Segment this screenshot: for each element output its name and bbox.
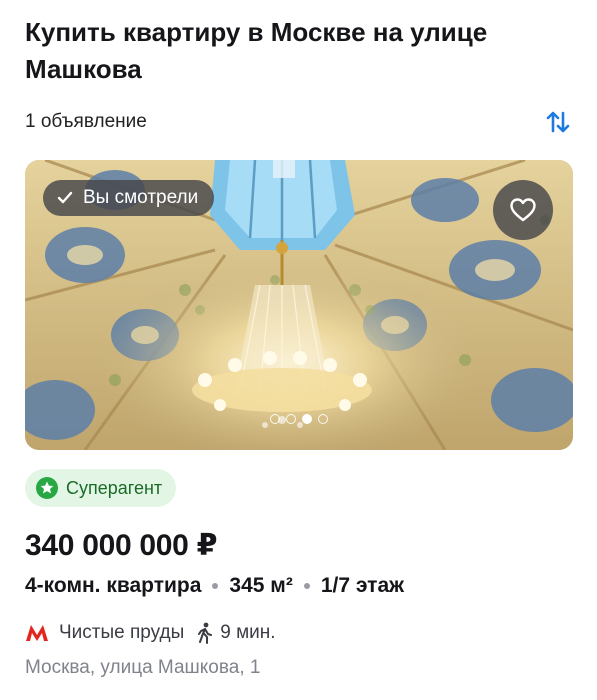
- walk-time-group: 9 мин.: [196, 622, 276, 644]
- page-title: Купить квартиру в Москве на улице Машков…: [25, 17, 488, 84]
- listing-params: 4-комн. квартира 345 м² 1/7 этаж: [25, 574, 404, 598]
- listing-price: 340 000 000 ₽: [25, 529, 218, 562]
- photo-dot[interactable]: [302, 414, 312, 424]
- listing-address[interactable]: Москва, улица Машкова, 1: [25, 657, 260, 679]
- photo-dot[interactable]: [270, 414, 280, 424]
- heart-icon: [510, 198, 536, 222]
- metro-station: Чистые пруды: [59, 622, 185, 643]
- walk-time: 9 мин.: [220, 622, 276, 643]
- listing-photo[interactable]: Вы смотрели: [25, 160, 573, 450]
- separator-dot: [303, 583, 310, 589]
- results-count: 1 объявление: [25, 111, 147, 132]
- area: 345 м²: [229, 574, 293, 597]
- results-bar: 1 объявление: [25, 104, 573, 140]
- photo-dot[interactable]: [318, 414, 328, 424]
- metro-info: Чистые пруды 9 мин.: [25, 622, 276, 644]
- sort-arrows-icon[interactable]: [543, 107, 573, 137]
- superagent-label: Суперагент: [66, 477, 163, 498]
- favorite-button[interactable]: [493, 180, 553, 240]
- seen-label: Вы смотрели: [83, 187, 199, 208]
- walking-person-icon: [198, 622, 213, 644]
- star-icon: [36, 477, 58, 499]
- photo-pagination: [25, 414, 573, 424]
- rooms: 4-комн. квартира: [25, 574, 202, 597]
- separator-dot: [212, 583, 219, 589]
- check-icon: [57, 191, 73, 204]
- floor: 1/7 этаж: [320, 574, 405, 597]
- superagent-badge: Суперагент: [25, 469, 177, 507]
- metro-icon: [26, 625, 48, 641]
- photo-dot[interactable]: [286, 414, 296, 424]
- seen-badge: Вы смотрели: [43, 180, 215, 216]
